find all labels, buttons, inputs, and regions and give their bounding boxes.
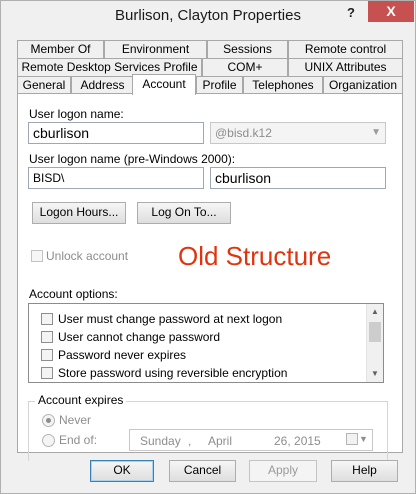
tab-com-plus[interactable]: COM+ [202,58,288,76]
cancel-button[interactable]: Cancel [169,460,236,482]
title-bar: Burlison, Clayton Properties ? X [1,1,415,31]
tab-sessions[interactable]: Sessions [207,40,288,58]
tab-profile[interactable]: Profile [196,76,243,94]
tab-general[interactable]: General [17,76,71,94]
account-tab-panel [17,93,403,453]
help-title-button[interactable]: ? [339,3,363,23]
tab-telephones[interactable]: Telephones [243,76,323,94]
close-button[interactable]: X [368,1,414,22]
ok-button[interactable]: OK [90,460,154,482]
tab-environment[interactable]: Environment [104,40,207,58]
tab-unix-attributes[interactable]: UNIX Attributes [288,58,403,76]
tab-address[interactable]: Address [71,76,134,94]
apply-button[interactable]: Apply [249,460,317,482]
tab-account[interactable]: Account [132,74,196,95]
close-icon: X [386,3,396,19]
properties-window: Burlison, Clayton Properties ? X Member … [0,0,416,494]
tab-member-of[interactable]: Member Of [17,40,104,58]
tab-remote-control[interactable]: Remote control [288,40,403,58]
help-button[interactable]: Help [331,460,398,482]
tab-organization[interactable]: Organization [323,76,403,94]
